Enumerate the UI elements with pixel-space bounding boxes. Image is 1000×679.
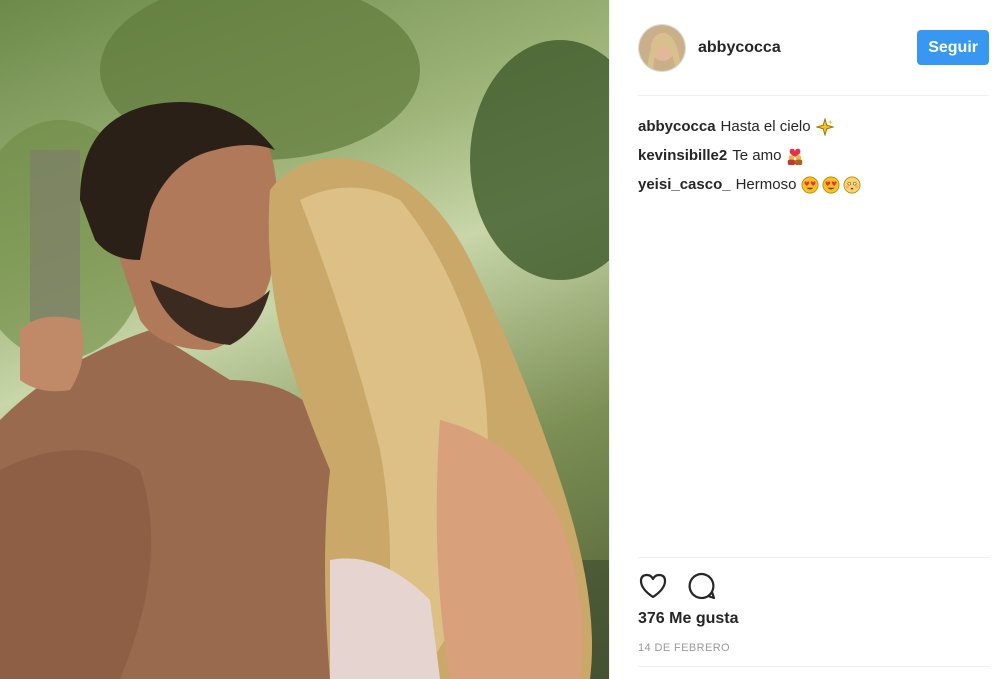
post-actions (638, 557, 989, 613)
comment-item: abbycocca Hasta el cielo (638, 112, 989, 141)
post-sidebar: abbycocca Seguir abbycocca Hasta el ciel… (609, 0, 1000, 679)
comment-list: abbycocca Hasta el cielo kevinsibille2 T… (638, 112, 989, 199)
comment-bubble-icon[interactable] (687, 571, 717, 601)
comment-item: kevinsibille2 Te amo (638, 141, 989, 170)
heart-eyes-icon (822, 176, 840, 193)
comment-author[interactable]: abbycocca (638, 112, 716, 141)
avatar-image (639, 24, 685, 71)
photo-illustration (0, 0, 609, 679)
instagram-post: abbycocca Seguir abbycocca Hasta el ciel… (0, 0, 1000, 679)
post-header: abbycocca Seguir (638, 0, 989, 96)
post-photo[interactable] (0, 0, 609, 679)
follow-button[interactable]: Seguir (917, 30, 989, 65)
username[interactable]: abbycocca (698, 39, 917, 57)
heart-eyes-icon (801, 176, 819, 193)
comment-text: Hermoso (735, 176, 797, 193)
comment-text: Te amo (732, 147, 782, 164)
comment-author[interactable]: yeisi_casco_ (638, 170, 731, 199)
comment-item: yeisi_casco_ Hermoso (638, 170, 989, 199)
post-date: 14 DE FEBRERO (638, 642, 731, 654)
comment-text: Hasta el cielo (720, 118, 811, 135)
sparkle-star-icon (815, 117, 834, 136)
couple-heart-icon (788, 148, 803, 165)
like-count[interactable]: 376 Me gusta (638, 610, 738, 628)
avatar[interactable] (638, 23, 686, 72)
comment-author[interactable]: kevinsibille2 (638, 141, 727, 170)
flushed-face-icon (843, 176, 861, 193)
heart-outline-icon[interactable] (638, 571, 668, 601)
divider (638, 666, 989, 667)
